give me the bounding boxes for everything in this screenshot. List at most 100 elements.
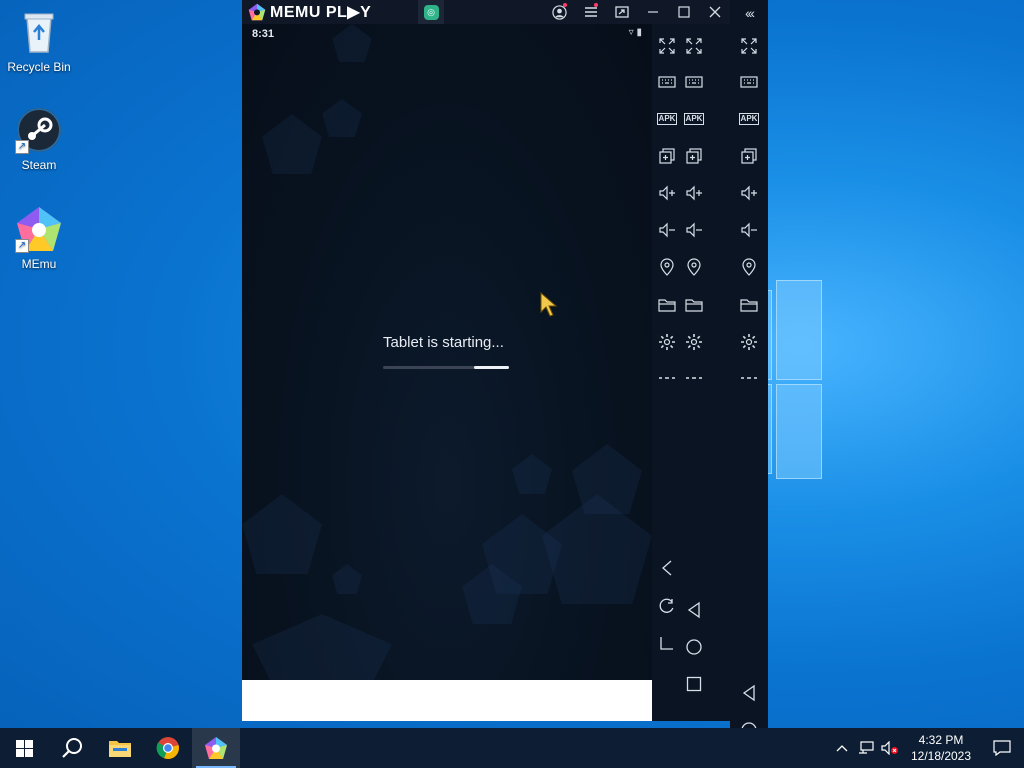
location-pin-icon <box>660 258 674 276</box>
settings-button[interactable] <box>654 329 680 355</box>
android-status-icons: ▿ ▮ <box>629 27 642 38</box>
memu-secondary-sidebar: ‹‹‹ APK <box>730 0 768 768</box>
shared-folder-button[interactable] <box>736 292 762 318</box>
taskbar-file-explorer[interactable] <box>96 728 144 768</box>
memu-logo-icon <box>248 3 266 21</box>
volume-down-button[interactable] <box>736 217 762 243</box>
nav-screenshot-button[interactable] <box>654 630 680 656</box>
taskbar-clock[interactable]: 4:32 PM 12/18/2023 <box>902 732 980 764</box>
network-icon <box>859 741 874 754</box>
memu-app-name: MEMU PL▶Y <box>270 4 372 21</box>
keyboard-icon <box>740 76 758 88</box>
volume-down-button[interactable] <box>681 217 707 243</box>
maximize-icon <box>677 6 690 18</box>
volume-up-button[interactable] <box>654 180 680 206</box>
desktop-icon-recycle-bin[interactable]: Recycle Bin <box>0 8 78 74</box>
gear-icon <box>741 334 757 350</box>
apk-icon: APK <box>656 113 678 125</box>
file-explorer-icon <box>109 741 131 757</box>
volume-up-icon <box>741 185 757 201</box>
minimize-icon <box>647 11 658 13</box>
multi-instance-button[interactable] <box>681 143 707 169</box>
volume-up-button[interactable] <box>736 180 762 206</box>
volume-down-icon <box>659 222 675 238</box>
location-button[interactable] <box>681 254 707 280</box>
maximize-button[interactable] <box>668 0 699 24</box>
memu-icon: ↗ <box>15 205 63 253</box>
taskbar: 4:32 PM 12/18/2023 <box>0 728 1024 768</box>
keyboard-icon <box>685 76 703 88</box>
nav-back-button[interactable] <box>736 680 762 706</box>
rotate-icon <box>659 598 674 613</box>
network-button[interactable] <box>854 728 878 768</box>
multi-instance-icon <box>659 148 675 164</box>
multi-instance-icon <box>741 148 757 164</box>
shortcut-arrow-icon: ↗ <box>15 239 29 253</box>
volume-down-icon <box>741 222 757 238</box>
memu-icon <box>205 737 227 759</box>
desktop-icon-label: Recycle Bin <box>7 60 71 74</box>
nav-back-button[interactable] <box>654 555 680 581</box>
clock-time: 4:32 PM <box>918 733 964 747</box>
volume-up-button[interactable] <box>681 180 707 206</box>
system-tray: 4:32 PM 12/18/2023 <box>830 728 1024 768</box>
fullscreen-button[interactable] <box>654 33 680 59</box>
android-screen[interactable]: 8:31 ▿ ▮ Tablet is starting... <box>242 24 652 680</box>
collapse-sidebar-button[interactable]: ‹‹‹ <box>736 0 762 26</box>
apk-install-button[interactable]: APK <box>681 106 707 132</box>
settings-button[interactable] <box>736 329 762 355</box>
volume-button[interactable] <box>878 728 902 768</box>
taskbar-memu[interactable] <box>192 728 240 768</box>
search-button[interactable] <box>48 728 96 768</box>
notification-center-button[interactable] <box>980 728 1024 768</box>
taskbar-chrome[interactable] <box>144 728 192 768</box>
more-dots-icon <box>686 377 702 379</box>
nav-rotate-button[interactable] <box>654 593 680 619</box>
nav-back-button[interactable] <box>681 597 707 623</box>
memu-titlebar[interactable]: MEMU PL▶Y ◎ <box>242 0 730 24</box>
boot-progress-fill <box>473 366 509 369</box>
apk-icon: APK <box>738 113 760 125</box>
folder-icon <box>740 299 758 312</box>
apk-install-button[interactable]: APK <box>736 106 762 132</box>
account-button[interactable] <box>544 0 575 24</box>
volume-up-icon <box>659 185 675 201</box>
keymapping-button[interactable] <box>681 69 707 95</box>
location-button[interactable] <box>654 254 680 280</box>
fullscreen-button[interactable] <box>736 33 762 59</box>
minimize-button[interactable] <box>637 0 668 24</box>
start-button[interactable] <box>0 728 48 768</box>
desktop-icon-memu[interactable]: ↗ MEmu <box>0 205 78 271</box>
back-triangle-icon <box>742 684 755 702</box>
location-button[interactable] <box>736 254 762 280</box>
keyboard-icon <box>658 76 676 88</box>
resize-button[interactable] <box>606 0 637 24</box>
back-triangle-icon <box>687 601 700 619</box>
nav-home-button[interactable] <box>681 634 707 660</box>
shared-folder-button[interactable] <box>654 292 680 318</box>
fullscreen-button[interactable] <box>681 33 707 59</box>
more-button[interactable] <box>654 365 680 391</box>
memu-bottom-bar <box>242 680 676 721</box>
notification-icon <box>993 740 1011 756</box>
apk-install-button[interactable]: APK <box>654 106 680 132</box>
desktop-icon-steam[interactable]: ↗ Steam <box>0 106 78 172</box>
windows-start-icon <box>15 739 33 757</box>
more-button[interactable] <box>681 365 707 391</box>
home-circle-icon <box>686 639 702 655</box>
more-button[interactable] <box>736 365 762 391</box>
settings-button[interactable] <box>681 329 707 355</box>
volume-down-button[interactable] <box>654 217 680 243</box>
shared-folder-button[interactable] <box>681 292 707 318</box>
memu-side-toolbar: APK APK <box>652 24 716 721</box>
multi-instance-button[interactable] <box>654 143 680 169</box>
keymapping-button[interactable] <box>736 69 762 95</box>
nav-recents-button[interactable] <box>681 671 707 697</box>
multi-instance-button[interactable] <box>736 143 762 169</box>
close-button[interactable] <box>699 0 730 24</box>
show-hidden-icons-button[interactable] <box>830 728 854 768</box>
tab-app-instance[interactable]: ◎ <box>418 0 444 24</box>
gear-icon <box>659 334 675 350</box>
menu-button[interactable] <box>575 0 606 24</box>
keymapping-button[interactable] <box>654 69 680 95</box>
